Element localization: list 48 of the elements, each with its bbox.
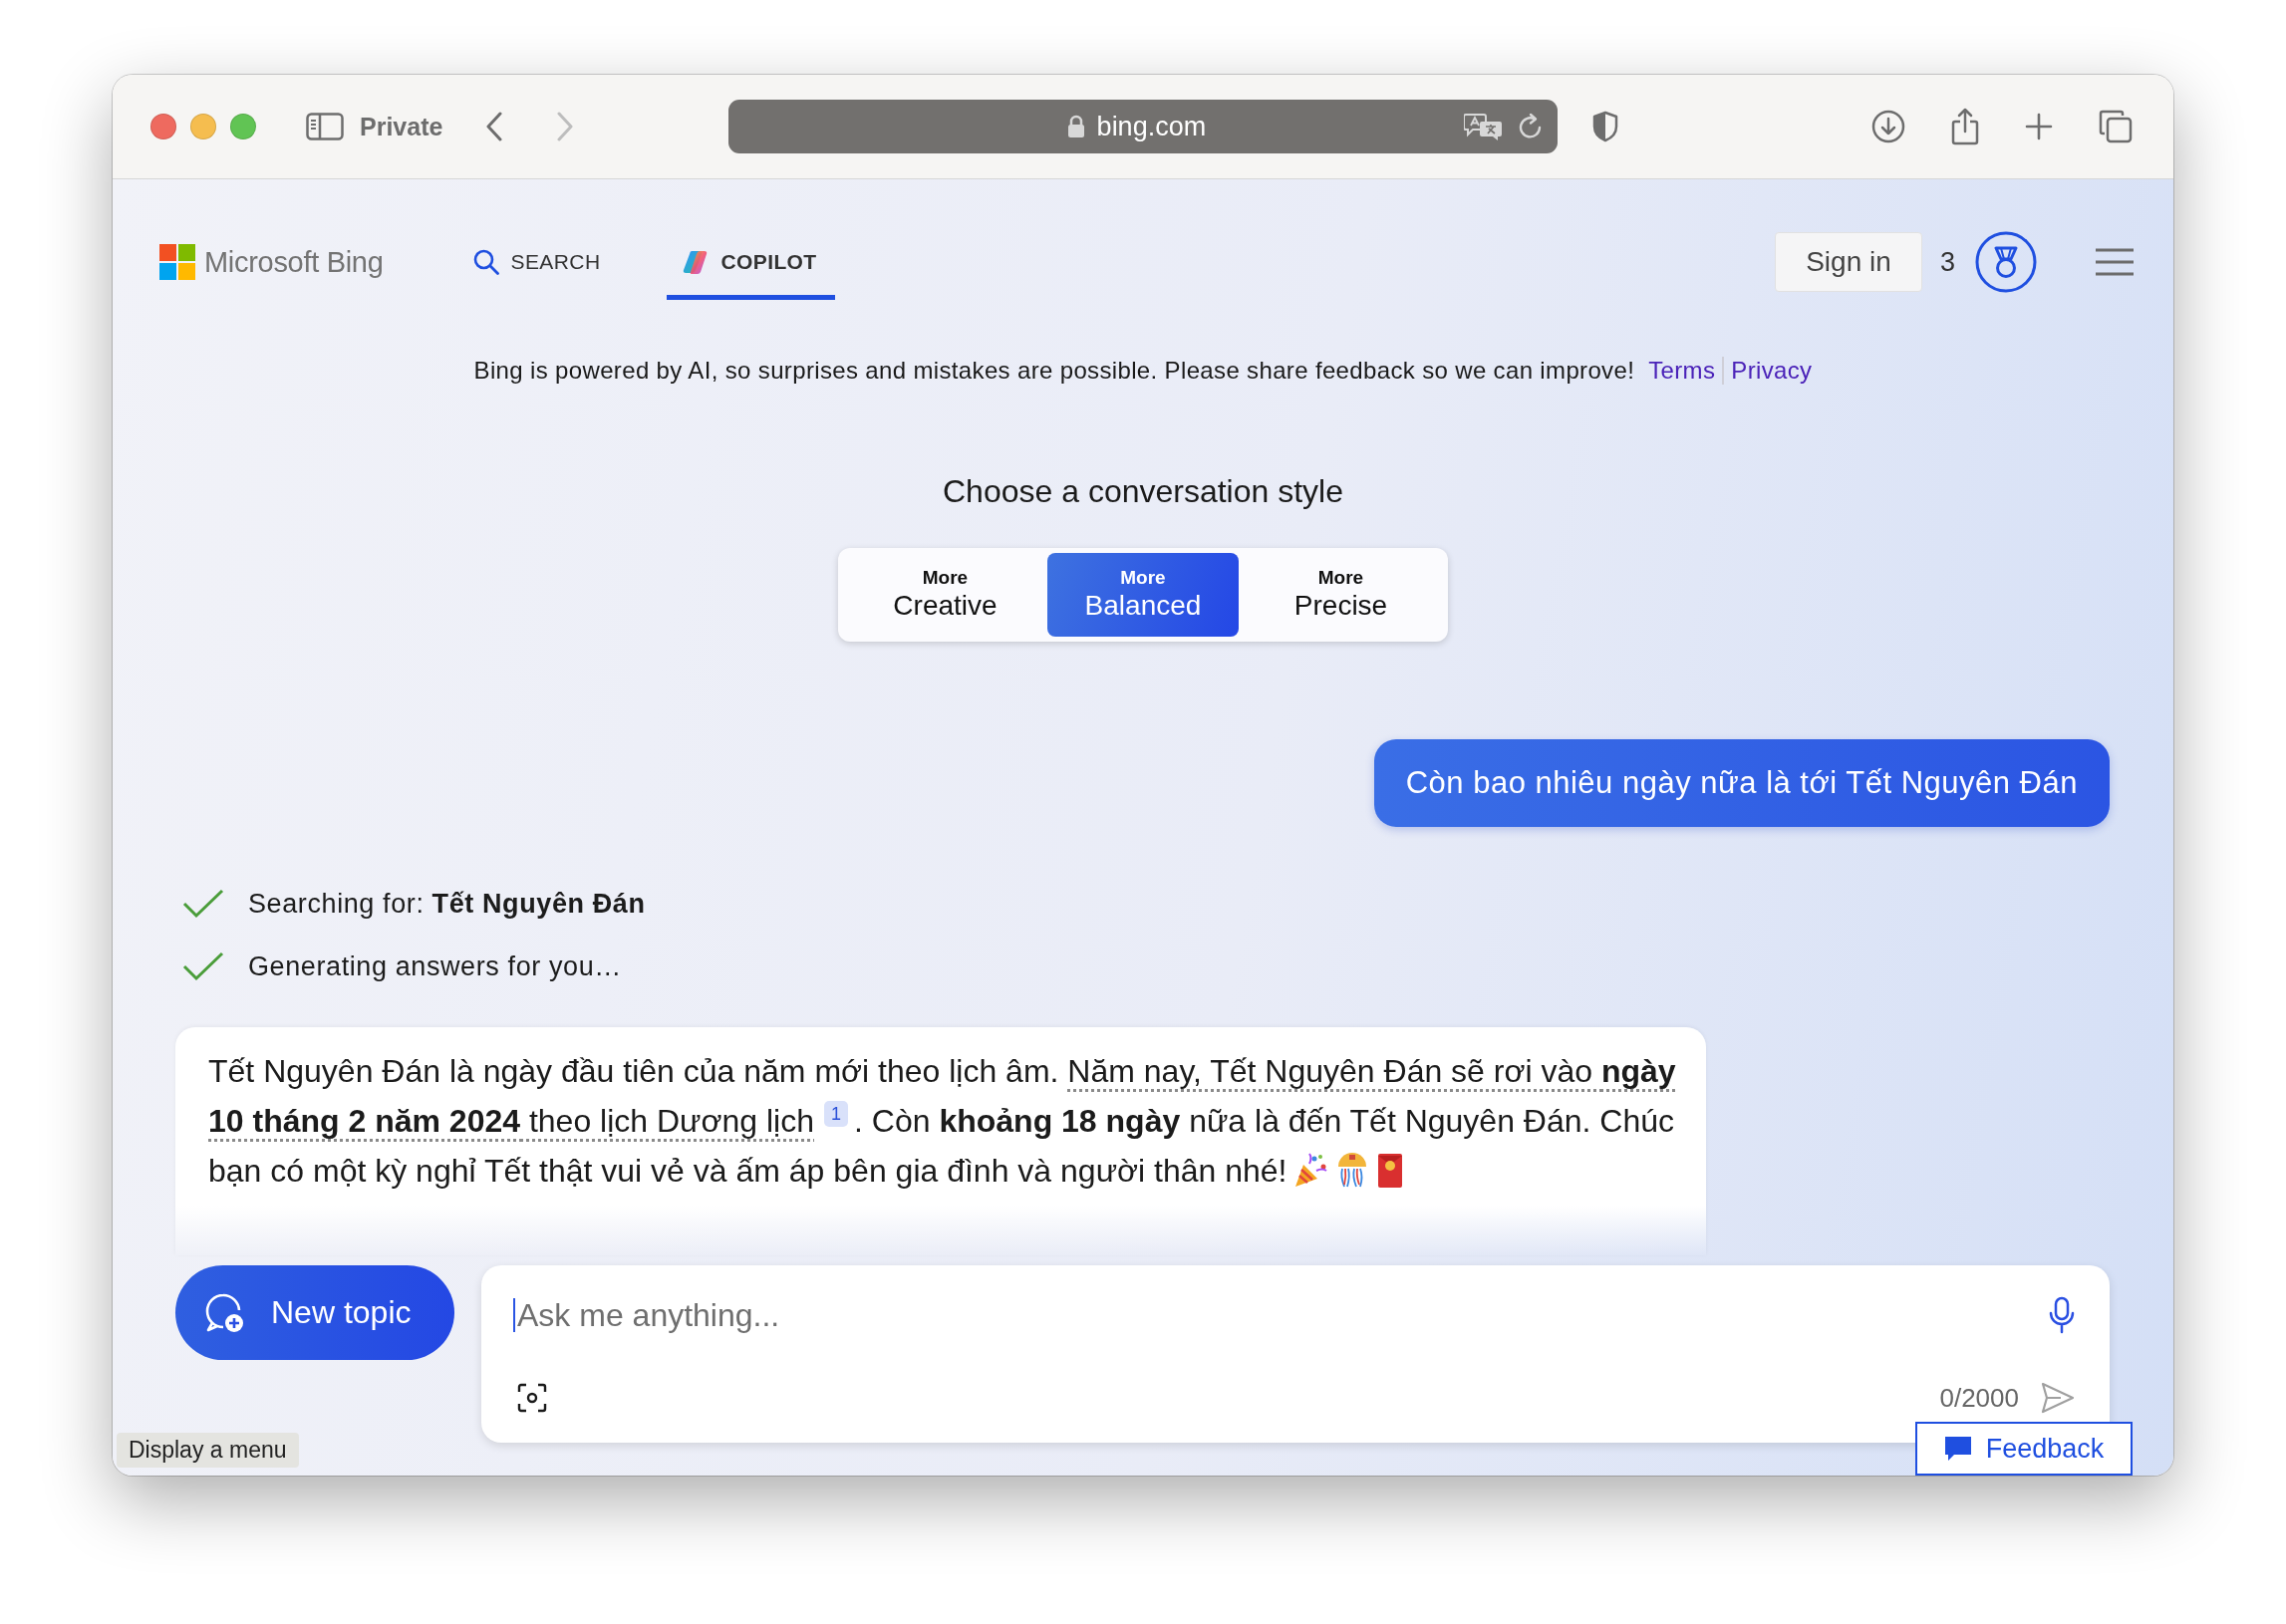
download-icon[interactable] [1871, 110, 1905, 143]
notice-link[interactable]: Privacy [1731, 356, 1813, 386]
notice-link[interactable]: Terms [1648, 356, 1716, 386]
style-option[interactable]: More Balanced [1047, 553, 1239, 637]
medal-icon[interactable] [1975, 231, 2037, 293]
status-text: Generating answers for you… [248, 950, 622, 982]
brand-name[interactable]: Microsoft Bing [204, 245, 384, 279]
private-label: Private [360, 112, 443, 141]
section-title: Choose a conversation style [942, 472, 1344, 511]
app-logo-icon [683, 249, 710, 275]
answer-text: Tết Nguyên Đán là ngày đầu tiên của năm mới theo lịch âm. Năm nay, Tết Nguyên Đán sẽ rơi vào ngày 10 tháng 2 năm 2024 theo lịch Dương lịch 1 . Còn khoảng 18 ngày nữa là đến Tết Nguyên Đán. Chúc bạn có một kỳ nghỉ Tết thật vui vẻ và ấm áp bên gia đình và người thân nhé! [208, 1052, 1677, 1191]
chat-bubble-icon [1943, 1436, 1972, 1462]
share-icon[interactable] [1951, 108, 1979, 145]
user-message: Còn bao nhiêu ngày nữa là tới Tết Nguyên Đán [1373, 739, 2110, 827]
status-text: Searching for: Tết Nguyên Đán [248, 888, 646, 920]
menu-icon[interactable] [2095, 248, 2135, 276]
sign-in-button[interactable]: Sign in [1774, 232, 1922, 292]
message-input[interactable]: Ask me anything... [515, 1293, 2049, 1337]
nav-tab[interactable]: SEARCH [456, 224, 619, 300]
sidebar-icon[interactable] [306, 113, 344, 140]
disclaimer-text: Bing is powered by AI, so surprises and mistakes are possible. Please share feedback so we can improve! [473, 356, 1635, 386]
shield-icon[interactable] [1592, 111, 1619, 142]
envelope-icon [1376, 1153, 1405, 1189]
microphone-icon[interactable] [2049, 1296, 2075, 1334]
close-window-button[interactable] [150, 114, 176, 139]
back-icon[interactable] [485, 112, 504, 141]
tabs-overview-icon[interactable] [2099, 110, 2133, 143]
new-tab-icon[interactable] [2025, 113, 2053, 140]
search-icon [472, 249, 499, 275]
image-scan-icon[interactable] [517, 1383, 547, 1413]
feedback-button[interactable]: Feedback [1915, 1422, 2133, 1476]
send-icon[interactable] [2041, 1382, 2075, 1414]
character-count: 0/2000 [1939, 1382, 2019, 1414]
chat-add-icon [203, 1291, 245, 1334]
rewards-count: 3 [1939, 246, 1955, 278]
style-option[interactable]: More Creative [843, 553, 1047, 637]
tooltip: Display a menu [117, 1433, 299, 1468]
lock-icon [1066, 115, 1085, 138]
party-popper-icon [1292, 1153, 1329, 1189]
citation-link[interactable]: 1 [824, 1101, 848, 1127]
style-option[interactable]: More Precise [1239, 553, 1443, 637]
new-topic-button[interactable]: New topic [175, 1265, 454, 1360]
zoom-window-button[interactable] [230, 114, 256, 139]
text-cursor-icon [513, 1298, 515, 1332]
nav-tab[interactable]: COPILOT [667, 224, 835, 300]
translate-icon[interactable] [1464, 112, 1505, 141]
address-bar[interactable]: bing.com [728, 100, 1559, 153]
four-square-logo-icon[interactable] [159, 244, 195, 280]
